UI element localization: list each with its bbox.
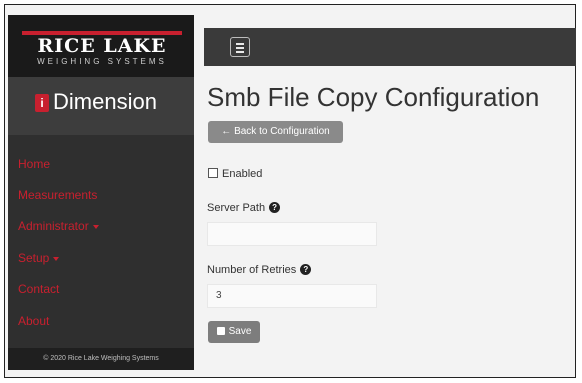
retries-label: Number of Retries xyxy=(207,264,297,276)
sidebar-item-label: Measurements xyxy=(18,188,98,202)
help-icon[interactable]: ? xyxy=(300,264,312,275)
sidebar-item-label: About xyxy=(18,314,50,328)
caret-down-icon xyxy=(92,224,99,229)
save-label: Save xyxy=(228,326,252,337)
page-title: Smb File Copy Configuration xyxy=(207,82,540,112)
company-logo-text: RICE LAKE xyxy=(37,35,167,57)
caret-down-icon xyxy=(53,256,60,261)
hamburger-icon xyxy=(236,51,244,53)
save-button[interactable]: Save xyxy=(208,321,260,343)
sidebar-item-label: Contact xyxy=(18,282,60,296)
sidebar: RICE LAKE WEIGHING SYSTEMS i Dimension H… xyxy=(8,15,194,370)
sidebar-item-home[interactable]: Home xyxy=(18,157,50,171)
server-path-label: Server Path xyxy=(207,202,266,214)
sidebar-item-contact[interactable]: Contact xyxy=(18,282,59,296)
help-icon[interactable]: ? xyxy=(269,202,281,213)
sidebar-item-measurements[interactable]: Measurements xyxy=(18,188,97,202)
sidebar-item-label: Setup xyxy=(18,251,50,265)
hamburger-icon xyxy=(236,43,244,45)
retries-label-row: Number of Retries? xyxy=(207,264,312,276)
product-name: Dimension xyxy=(53,89,157,114)
sidebar-item-about[interactable]: About xyxy=(18,314,49,328)
hamburger-icon xyxy=(236,47,244,49)
sidebar-item-administrator[interactable]: Administrator xyxy=(18,219,99,233)
brand-header: RICE LAKE WEIGHING SYSTEMS xyxy=(8,15,194,77)
enabled-checkbox[interactable] xyxy=(208,168,218,178)
top-bar xyxy=(204,28,576,66)
menu-toggle-button[interactable] xyxy=(230,37,250,57)
enabled-row: Enabled xyxy=(208,168,262,180)
retries-input[interactable]: 3 xyxy=(207,284,377,308)
back-to-configuration-button[interactable]: ← Back to Configuration xyxy=(208,121,343,143)
server-path-input[interactable] xyxy=(207,222,377,246)
save-icon xyxy=(216,327,225,335)
sidebar-item-setup[interactable]: Setup xyxy=(18,251,60,265)
sidebar-item-label: Home xyxy=(18,157,51,171)
server-path-label-row: Server Path? xyxy=(207,202,281,214)
sidebar-item-label: Administrator xyxy=(18,219,89,233)
copyright-footer: © 2020 Rice Lake Weighing Systems xyxy=(8,348,194,370)
company-tagline: WEIGHING SYSTEMS xyxy=(37,57,167,66)
enabled-label: Enabled xyxy=(222,168,263,180)
product-logo-icon: i xyxy=(35,94,49,112)
